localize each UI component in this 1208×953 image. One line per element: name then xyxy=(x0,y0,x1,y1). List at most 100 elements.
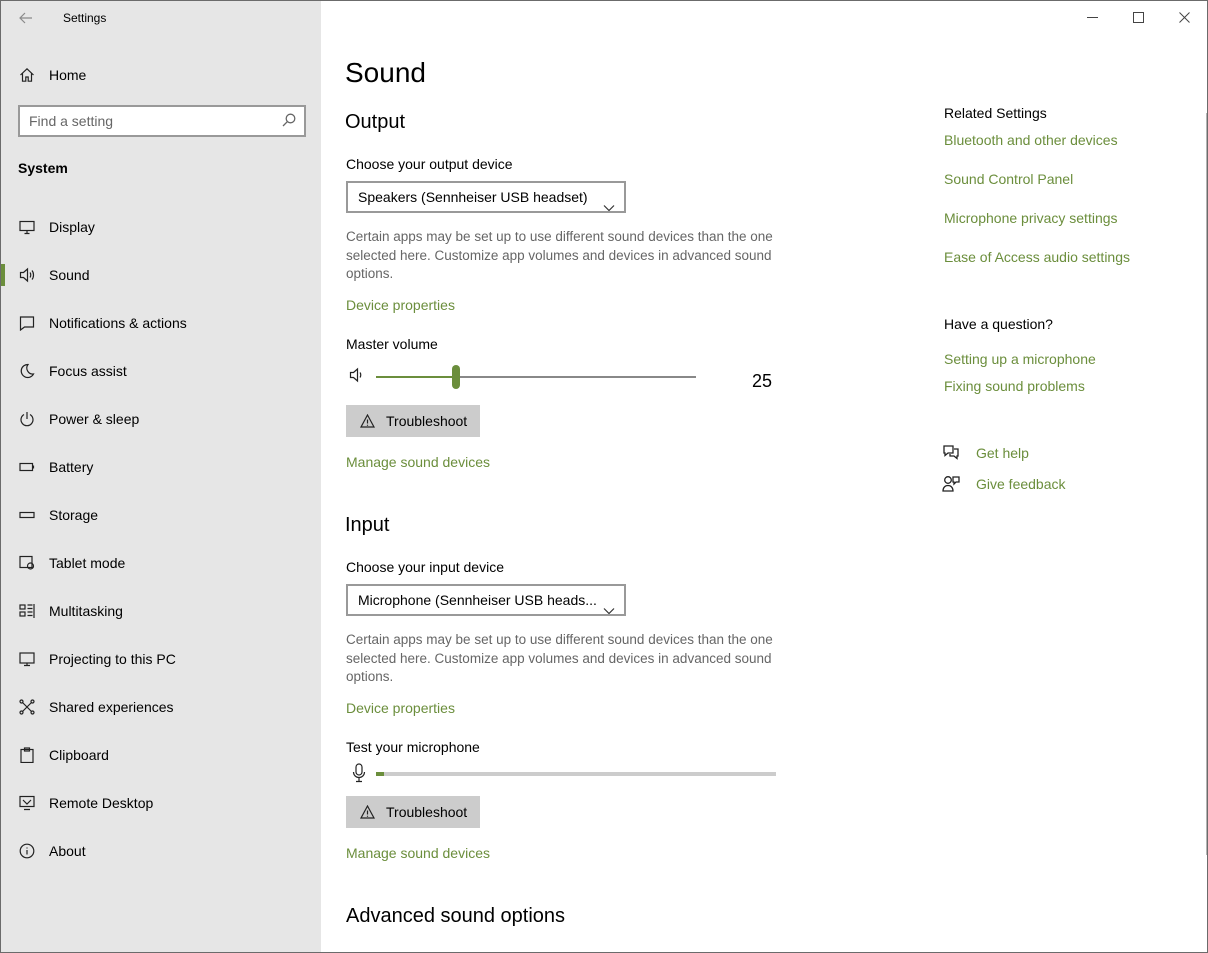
search-box[interactable] xyxy=(18,105,306,137)
input-manage-devices-link[interactable]: Manage sound devices xyxy=(346,845,490,861)
sidebar-item-label: Clipboard xyxy=(49,747,109,763)
sidebar: Settings Home System Display Sound xyxy=(1,1,321,952)
sidebar-item-focus-assist[interactable]: Focus assist xyxy=(1,347,321,395)
battery-icon xyxy=(17,457,37,477)
shared-experiences-icon xyxy=(17,697,37,717)
sidebar-item-power-sleep[interactable]: Power & sleep xyxy=(1,395,321,443)
sidebar-item-home[interactable]: Home xyxy=(1,59,321,91)
sidebar-item-multitasking[interactable]: Multitasking xyxy=(1,587,321,635)
output-device-dropdown[interactable]: Speakers (Sennheiser USB headset) xyxy=(346,181,626,213)
microphone-icon xyxy=(351,763,369,785)
meter-level xyxy=(376,772,384,776)
search-icon[interactable] xyxy=(282,113,298,129)
button-label: Troubleshoot xyxy=(386,804,468,820)
output-manage-devices-link[interactable]: Manage sound devices xyxy=(346,454,490,470)
home-icon xyxy=(17,65,37,85)
give-feedback-link[interactable]: Give feedback xyxy=(976,476,1066,492)
remote-desktop-icon xyxy=(17,793,37,813)
microphone-level-meter xyxy=(376,772,776,776)
moon-icon xyxy=(17,361,37,381)
sidebar-item-label: Shared experiences xyxy=(49,699,174,715)
related-settings-heading: Related Settings xyxy=(944,105,1047,121)
search-input[interactable] xyxy=(20,107,270,135)
advanced-sound-options-heading: Advanced sound options xyxy=(346,905,566,927)
main-content: Sound Output Choose your output device S… xyxy=(322,1,1207,952)
chevron-down-icon xyxy=(603,596,615,614)
button-label: Troubleshoot xyxy=(386,413,468,429)
get-help-link[interactable]: Get help xyxy=(976,445,1029,461)
speaker-icon xyxy=(17,265,37,285)
sidebar-item-label: Notifications & actions xyxy=(49,315,187,331)
notification-icon xyxy=(17,313,37,333)
sidebar-item-label: About xyxy=(49,843,86,859)
bluetooth-devices-link[interactable]: Bluetooth and other devices xyxy=(944,132,1118,148)
app-title: Settings xyxy=(63,11,107,25)
chevron-down-icon xyxy=(603,193,615,211)
sidebar-item-notifications[interactable]: Notifications & actions xyxy=(1,299,321,347)
setting-up-microphone-link[interactable]: Setting up a microphone xyxy=(944,351,1096,367)
maximize-icon[interactable] xyxy=(1115,1,1161,33)
output-troubleshoot-button[interactable]: Troubleshoot xyxy=(346,405,480,437)
output-heading: Output xyxy=(345,111,406,133)
input-heading: Input xyxy=(345,514,390,536)
fixing-sound-problems-link[interactable]: Fixing sound problems xyxy=(944,378,1085,394)
slider-fill xyxy=(376,376,456,378)
sidebar-item-label: Battery xyxy=(49,459,94,475)
master-volume-slider[interactable] xyxy=(376,365,696,389)
sidebar-item-label: Tablet mode xyxy=(49,555,126,571)
sidebar-item-label: Power & sleep xyxy=(49,411,140,427)
sound-control-panel-link[interactable]: Sound Control Panel xyxy=(944,171,1073,187)
settings-window: Settings Home System Display Sound xyxy=(0,0,1208,953)
group-label: System xyxy=(18,160,68,176)
master-volume-label: Master volume xyxy=(346,336,438,352)
output-description: Certain apps may be set up to use differ… xyxy=(346,229,773,281)
get-help-icon xyxy=(942,444,962,464)
sidebar-item-battery[interactable]: Battery xyxy=(1,443,321,491)
sidebar-item-label: Remote Desktop xyxy=(49,795,154,811)
nav-list: Display Sound Notifications & actions Fo… xyxy=(1,203,321,875)
tablet-mode-icon xyxy=(17,553,37,573)
sidebar-item-label: Storage xyxy=(49,507,99,523)
output-device-label: Choose your output device xyxy=(346,156,513,172)
back-arrow-icon[interactable] xyxy=(15,7,37,29)
page-title: Sound xyxy=(345,57,426,88)
sidebar-item-projecting[interactable]: Projecting to this PC xyxy=(1,635,321,683)
give-feedback-icon xyxy=(942,475,962,495)
window-controls xyxy=(1069,1,1207,33)
output-device-properties-link[interactable]: Device properties xyxy=(346,297,455,313)
volume-value: 25 xyxy=(752,371,773,391)
dropdown-value: Speakers (Sennheiser USB headset) xyxy=(358,189,588,205)
projector-icon xyxy=(17,649,37,669)
clipboard-icon xyxy=(17,745,37,765)
input-troubleshoot-button[interactable]: Troubleshoot xyxy=(346,796,480,828)
sidebar-item-remote-desktop[interactable]: Remote Desktop xyxy=(1,779,321,827)
sidebar-item-clipboard[interactable]: Clipboard xyxy=(1,731,321,779)
microphone-privacy-link[interactable]: Microphone privacy settings xyxy=(944,210,1118,226)
slider-thumb[interactable] xyxy=(452,365,460,389)
sidebar-item-label: Focus assist xyxy=(49,363,127,379)
minimize-icon[interactable] xyxy=(1069,1,1115,33)
question-heading: Have a question? xyxy=(944,316,1053,332)
storage-icon xyxy=(17,505,37,525)
sidebar-item-display[interactable]: Display xyxy=(1,203,321,251)
warning-icon xyxy=(360,413,376,429)
multitasking-icon xyxy=(17,601,37,621)
input-device-properties-link[interactable]: Device properties xyxy=(346,700,455,716)
sidebar-item-label: Sound xyxy=(49,267,90,283)
sidebar-item-about[interactable]: About xyxy=(1,827,321,875)
input-device-dropdown[interactable]: Microphone (Sennheiser USB heads... xyxy=(346,584,626,616)
ease-of-access-audio-link[interactable]: Ease of Access audio settings xyxy=(944,249,1130,265)
volume-icon[interactable] xyxy=(349,367,367,385)
sidebar-item-label: Display xyxy=(49,219,95,235)
info-icon xyxy=(17,841,37,861)
close-icon[interactable] xyxy=(1161,1,1207,33)
sidebar-item-sound[interactable]: Sound xyxy=(1,251,321,299)
test-microphone-label: Test your microphone xyxy=(346,739,480,755)
warning-icon xyxy=(360,804,376,820)
sidebar-item-tablet-mode[interactable]: Tablet mode xyxy=(1,539,321,587)
sidebar-item-shared-experiences[interactable]: Shared experiences xyxy=(1,683,321,731)
input-device-label: Choose your input device xyxy=(346,559,504,575)
power-icon xyxy=(17,409,37,429)
sidebar-item-label: Projecting to this PC xyxy=(49,651,176,667)
sidebar-item-storage[interactable]: Storage xyxy=(1,491,321,539)
